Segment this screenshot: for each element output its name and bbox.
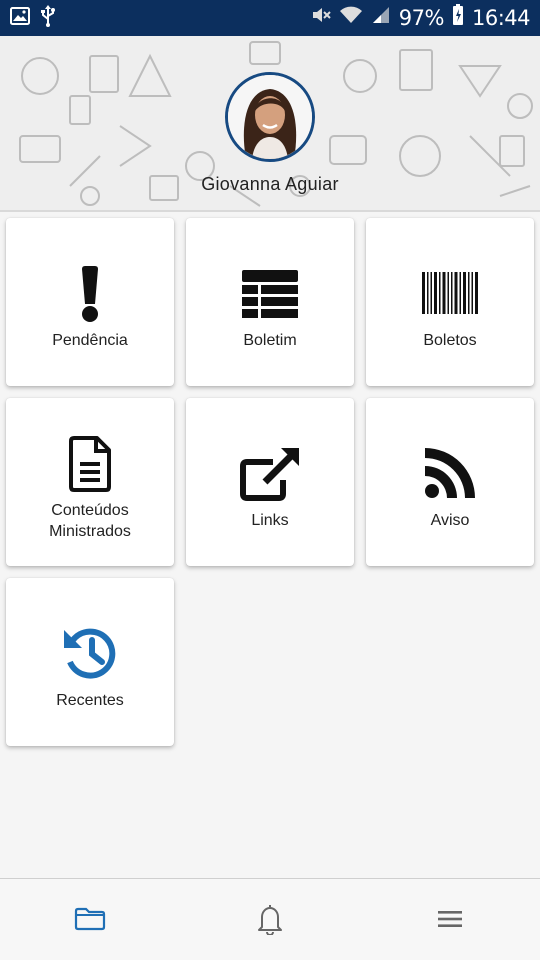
battery-icon xyxy=(452,4,464,32)
bell-icon xyxy=(258,905,282,935)
tile-label: Boletim xyxy=(243,332,297,349)
avatar-photo xyxy=(228,75,312,159)
avatar[interactable] xyxy=(225,72,315,162)
tile-label: Aviso xyxy=(430,512,470,529)
history-icon xyxy=(64,628,116,679)
tile-conteudos-ministrados[interactable]: Conteúdos Ministrados xyxy=(6,398,174,566)
document-icon xyxy=(69,436,111,492)
tile-recentes[interactable]: Recentes xyxy=(6,578,174,746)
rss-icon xyxy=(425,448,475,498)
tile-boletim[interactable]: Boletim xyxy=(186,218,354,386)
tile-label: Links xyxy=(251,512,289,529)
tile-boletos[interactable]: Boletos xyxy=(366,218,534,386)
menu-icon xyxy=(438,911,462,927)
bottom-navigation xyxy=(0,878,540,960)
usb-icon xyxy=(40,4,56,32)
barcode-icon xyxy=(422,272,478,314)
mute-icon xyxy=(311,5,331,31)
nav-folder-button[interactable] xyxy=(70,901,110,937)
user-name: Giovanna Aguiar xyxy=(201,174,339,194)
tile-aviso[interactable]: Aviso xyxy=(366,398,534,566)
clock: 16:44 xyxy=(471,6,531,30)
tile-label: Pendência xyxy=(52,332,128,349)
signal-icon xyxy=(371,5,391,31)
battery-percent: 97% xyxy=(398,6,445,30)
tile-label-line: Ministrados xyxy=(49,523,131,540)
table-icon xyxy=(242,270,298,318)
tile-label-line: Conteúdos xyxy=(51,502,129,519)
image-icon xyxy=(10,6,30,30)
tile-links[interactable]: Links xyxy=(186,398,354,566)
tile-pendencia[interactable]: Pendência xyxy=(6,218,174,386)
tile-label: Recentes xyxy=(56,692,124,709)
nav-notifications-button[interactable] xyxy=(250,901,290,937)
exclamation-icon xyxy=(82,266,98,322)
tile-label: Conteúdos Ministrados xyxy=(10,500,170,542)
status-bar: 97% 16:44 xyxy=(0,0,540,36)
folder-icon xyxy=(74,907,106,931)
profile-header: Giovanna Aguiar xyxy=(0,36,540,212)
external-link-icon xyxy=(240,448,299,501)
nav-menu-button[interactable] xyxy=(430,901,470,937)
wifi-icon xyxy=(339,5,363,31)
tile-label: Boletos xyxy=(423,332,477,349)
